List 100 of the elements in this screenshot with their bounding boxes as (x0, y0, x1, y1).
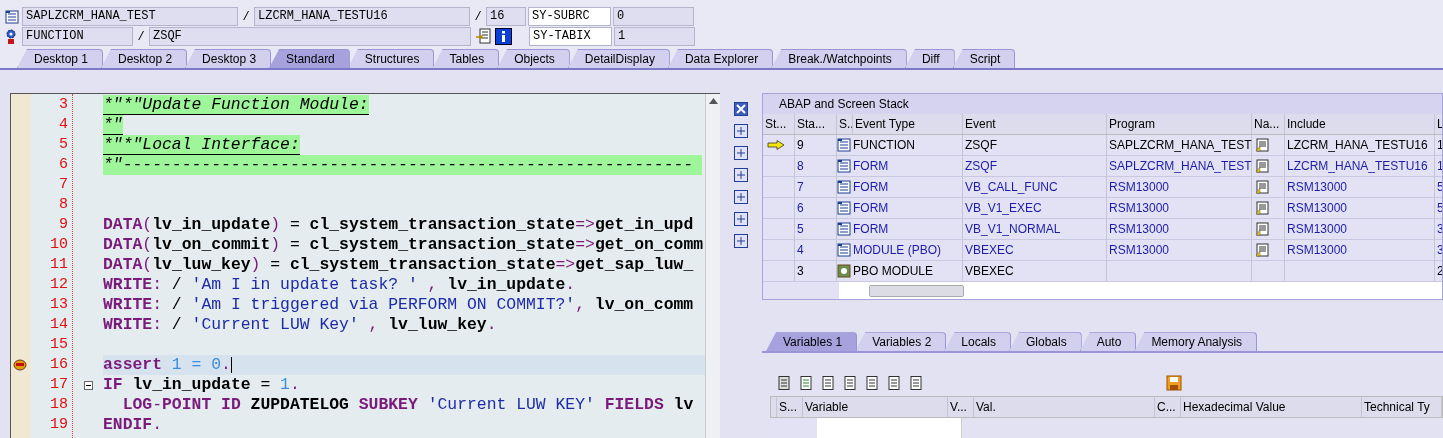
event-field: ZSQF (149, 27, 471, 46)
table-cell: RSM13000 (1285, 177, 1435, 197)
code-token: lv_luw_key (388, 315, 487, 334)
tab[interactable]: Standard (269, 49, 350, 68)
table-cell: ZSQF (963, 135, 1107, 155)
screen-icon (837, 264, 851, 278)
horizontal-scrollbar[interactable] (839, 282, 1442, 300)
line-field: 16 (486, 7, 526, 26)
tab[interactable]: Memory Analysis (1134, 332, 1258, 352)
tab[interactable]: Script (952, 49, 1016, 68)
tab[interactable]: Desktop 2 (101, 49, 188, 68)
code-token: IF (103, 375, 123, 394)
table-cell: PBO MODULE (853, 261, 963, 281)
column-header[interactable]: Event Type (853, 114, 963, 134)
code-token: ) (270, 235, 281, 254)
table-cell: VB_V1_EXEC (963, 198, 1107, 218)
table-cell: MODULE (PBO) (853, 240, 963, 260)
table-cell: RSM13000 (1107, 198, 1252, 218)
tab[interactable]: Globals (1009, 332, 1082, 352)
program-icon (837, 180, 851, 194)
code-token: ) (250, 255, 261, 274)
vertical-scrollbar[interactable] (705, 94, 720, 438)
tab[interactable]: Data Explorer (667, 49, 774, 68)
table-cell: FUNCTION (853, 135, 963, 155)
code-token: get_sap_luw_ (575, 255, 694, 274)
column-header[interactable]: St... (763, 114, 795, 134)
save-icon[interactable] (1166, 375, 1182, 392)
tab[interactable]: DetailDisplay (567, 49, 670, 68)
tab[interactable]: Locals (944, 332, 1011, 352)
column-header[interactable]: Event (963, 114, 1107, 134)
line-number: 17 (49, 375, 69, 395)
tab[interactable]: Desktop 1 (17, 49, 104, 68)
text-cursor (230, 356, 232, 373)
code-token: ENDIF (103, 415, 153, 434)
table-cell: FORM (853, 156, 963, 176)
document-icon (1255, 159, 1269, 173)
code-token: = (259, 375, 272, 394)
code-token: => (575, 235, 595, 254)
separator: / (473, 8, 483, 26)
close-icon[interactable] (733, 101, 749, 117)
table-cell: RSM13000 (1285, 219, 1435, 239)
code-comment: *"*"Update Function Module: (103, 95, 369, 115)
code-token: . (486, 315, 497, 334)
document-icon (1255, 138, 1269, 152)
tab[interactable]: Auto (1079, 332, 1137, 352)
code-token: = (288, 215, 301, 234)
code-token: WRITE (103, 295, 153, 314)
tab[interactable]: Objects (497, 49, 570, 68)
column-header[interactable]: C... (1155, 397, 1181, 418)
column-header[interactable]: Technical Ty (1362, 397, 1442, 418)
event-type-field: FUNCTION (22, 27, 133, 46)
code-token: SUBKEY (357, 395, 418, 414)
column-header[interactable]: Sta... (795, 114, 837, 134)
program-icon (837, 138, 851, 152)
program-icon (837, 222, 851, 236)
tab[interactable]: Variables 1 (766, 332, 858, 352)
column-header[interactable]: Variable (803, 397, 948, 418)
code-token: ZUPDATELOG (249, 395, 349, 414)
code-token: cl_system_transaction_state (309, 215, 576, 234)
line-number: 10 (49, 235, 69, 255)
document-icon[interactable] (842, 375, 858, 392)
code-token: lv_in_update (447, 275, 566, 294)
column-header[interactable]: V... (948, 397, 974, 418)
column-header[interactable]: S... (777, 397, 803, 418)
code-comment: *"*"Local Interface: (103, 135, 300, 155)
column-header[interactable]: S.. (837, 114, 853, 134)
table-cell: FORM (853, 219, 963, 239)
tab[interactable]: Diff (904, 49, 955, 68)
code-token: . (152, 415, 163, 434)
table-cell: LZCRM_HANA_TESTU16 (1285, 135, 1435, 155)
document-icon[interactable] (820, 375, 836, 392)
tab[interactable]: Tables (432, 49, 500, 68)
document-icon (1255, 222, 1269, 236)
column-header[interactable]: Hexadecimal Value (1181, 397, 1362, 418)
code-token: FIELDS (603, 395, 664, 414)
tab[interactable]: Desktop 3 (185, 49, 272, 68)
tab[interactable]: Break./Watchpoints (771, 49, 907, 68)
table-cell: VB_V1_NORMAL (963, 219, 1107, 239)
code-token: , (575, 295, 586, 314)
code-token: = (269, 255, 282, 274)
tab[interactable]: Structures (347, 49, 435, 68)
breakpoint-icon[interactable] (13, 359, 29, 371)
code-token: = 0 (191, 355, 222, 374)
line-number: 6 (58, 155, 69, 175)
column-header[interactable]: Val. (974, 397, 1155, 418)
info-icon[interactable] (495, 28, 512, 45)
code-token: . (289, 375, 300, 394)
document-icon[interactable] (798, 375, 814, 392)
table-cell: SAPLZCRM_HANA_TEST (1107, 156, 1252, 176)
column-header[interactable]: Na... (1252, 114, 1285, 134)
scroll-up-icon[interactable] (708, 98, 718, 104)
fold-toggle[interactable] (83, 380, 93, 390)
column-header[interactable]: Include (1285, 114, 1435, 134)
tab[interactable]: Variables 2 (855, 332, 947, 352)
code-token: . (221, 355, 231, 374)
input-field[interactable] (817, 418, 962, 438)
column-header[interactable]: Program (1107, 114, 1252, 134)
line-number: 15 (49, 335, 69, 355)
code-token: / (170, 275, 183, 294)
sysvar-value: 1 (614, 27, 695, 46)
